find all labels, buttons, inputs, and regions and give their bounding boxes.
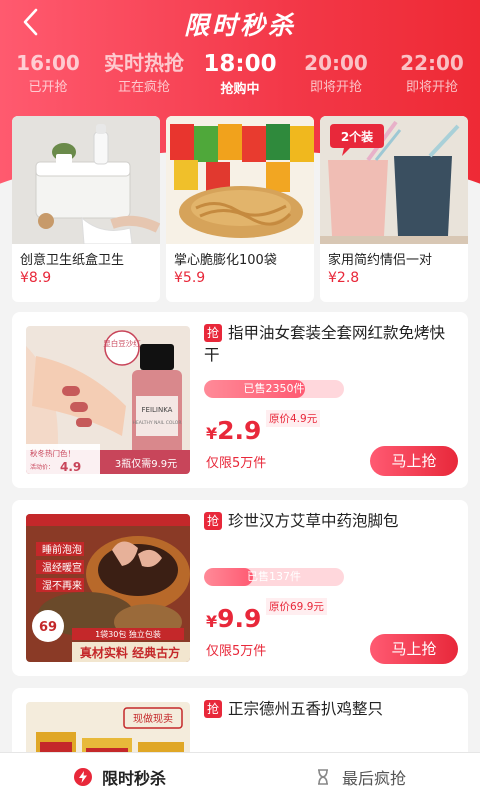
benefit-tag: 睡前泡泡 — [42, 543, 82, 556]
promo-price: 4.9 — [60, 460, 81, 474]
product-image — [166, 116, 314, 244]
bottle-subtitle: HEALTHY NAIL COLOR — [133, 420, 182, 426]
product-price: ¥2.8 — [328, 270, 360, 286]
product-info: 抢正宗德州五香扒鸡整只 — [204, 698, 458, 720]
current-price: ¥2.9 — [206, 416, 261, 445]
price-tag: 69 — [39, 620, 57, 635]
sold-count: 已售2350件 — [243, 382, 305, 395]
pack-info: 1袋30包 独立包装 — [95, 629, 161, 639]
time-tabs: 16:00 已开抢 实时热抢 正在疯抢 18:00 抢购中 20:00 即将开抢… — [0, 50, 480, 102]
sold-count: 已售137件 — [247, 570, 301, 583]
product-name: 创意卫生纸盒卫生 — [20, 253, 125, 268]
slogan: 真材实料 经典古方 — [80, 645, 180, 660]
stock-limit: 仅限5万件 — [206, 644, 267, 659]
featured-card[interactable]: 掌心脆膨化100袋 ¥5.9 — [166, 116, 314, 302]
product-title-text: 正宗德州五香扒鸡整只 — [228, 700, 384, 718]
img-badge: 2个装 — [341, 129, 373, 144]
price-value: 2.9 — [217, 416, 262, 445]
sold-progress: 已售137件 — [204, 568, 344, 586]
tab-status: 即将开抢 — [309, 80, 362, 95]
product-image: FEILINKA HEALTHY NAIL COLOR 显白豆沙红 秋冬热门色！… — [26, 326, 190, 474]
tab-status: 即将开抢 — [405, 80, 458, 95]
tab-time: 16:00 — [16, 51, 80, 75]
featured-card[interactable]: 2个装 家用简约情侣一对 ¥2.8 — [320, 116, 468, 302]
tab-status: 抢购中 — [220, 82, 260, 97]
flash-badge: 抢 — [204, 700, 222, 718]
hourglass-icon — [317, 768, 328, 785]
nav-label: 限时秒杀 — [101, 768, 166, 788]
tab-2200[interactable]: 22:00 即将开抢 — [384, 50, 480, 102]
tab-status: 正在疯抢 — [117, 80, 170, 95]
product-title: 抢正宗德州五香扒鸡整只 — [204, 698, 458, 720]
tab-time: 18:00 — [203, 51, 277, 77]
currency-symbol: ¥ — [206, 424, 218, 443]
product-price: ¥5.9 — [174, 270, 206, 286]
currency-symbol: ¥ — [206, 612, 218, 631]
tab-1800[interactable]: 18:00 抢购中 — [192, 50, 288, 102]
tab-hot[interactable]: 实时热抢 正在疯抢 — [96, 50, 192, 102]
current-price: ¥9.9 — [206, 604, 261, 633]
stock-limit: 仅限5万件 — [206, 456, 267, 471]
product-image: 睡前泡泡 温经暖宫 湿不再来 69 1袋30包 独立包装 真材实料 经典古方 — [26, 514, 190, 662]
bottom-nav: 限时秒杀 最后疯抢 — [0, 752, 480, 800]
product-image: 2个装 — [320, 116, 468, 244]
seal-text: 现做现卖 — [133, 712, 173, 725]
original-price: 原价4.9元 — [266, 410, 321, 427]
buy-now-button[interactable]: 马上抢 — [370, 634, 458, 664]
product-name: 家用简约情侣一对 — [328, 253, 433, 268]
page-title: 限时秒杀 — [183, 11, 296, 40]
benefit-tag: 温经暖宫 — [42, 561, 82, 574]
price-value: 9.9 — [217, 604, 262, 633]
featured-products: 创意卫生纸盒卫生 ¥8.9 掌心脆膨化100袋 ¥5.9 2个装 家用简约情侣一… — [12, 116, 468, 302]
nav-last-rush[interactable]: 最后疯抢 — [240, 753, 480, 800]
lightning-icon — [73, 767, 92, 786]
featured-card[interactable]: 创意卫生纸盒卫生 ¥8.9 — [12, 116, 160, 302]
benefit-tag: 湿不再来 — [42, 580, 82, 592]
product-purchase-block: 已售137件 ¥9.9 原价69.9元 仅限5万件 马上抢 — [204, 500, 458, 676]
promo-bundle: 3瓶仅需9.9元 — [115, 457, 177, 470]
original-price: 原价69.9元 — [266, 598, 327, 615]
sold-progress: 已售2350件 — [204, 380, 344, 398]
tab-status: 已开抢 — [28, 80, 68, 95]
nav-flash-sale[interactable]: 限时秒杀 — [0, 753, 240, 800]
nav-label: 最后疯抢 — [341, 768, 406, 788]
promo-text: 秋冬热门色！ — [30, 448, 75, 458]
promo-label: 活动价： — [30, 463, 54, 471]
list-item[interactable]: FEILINKA HEALTHY NAIL COLOR 显白豆沙红 秋冬热门色！… — [12, 312, 468, 488]
list-item[interactable]: 睡前泡泡 温经暖宫 湿不再来 69 1袋30包 独立包装 真材实料 经典古方 抢… — [12, 500, 468, 676]
product-purchase-block: 已售2350件 ¥2.9 原价4.9元 仅限5万件 马上抢 — [204, 312, 458, 488]
tab-time: 22:00 — [400, 51, 464, 75]
tab-2000[interactable]: 20:00 即将开抢 — [288, 50, 384, 102]
tab-time: 实时热抢 — [104, 51, 184, 75]
product-list: FEILINKA HEALTHY NAIL COLOR 显白豆沙红 秋冬热门色！… — [12, 312, 468, 800]
bottle-brand: FEILINKA — [142, 406, 173, 414]
tab-1600[interactable]: 16:00 已开抢 — [0, 50, 96, 102]
corner-tag: 显白豆沙红 — [103, 338, 141, 348]
product-price: ¥8.9 — [20, 270, 52, 286]
tab-time: 20:00 — [304, 51, 368, 75]
product-image — [12, 116, 160, 244]
buy-now-button[interactable]: 马上抢 — [370, 446, 458, 476]
product-name: 掌心脆膨化100袋 — [174, 253, 277, 268]
